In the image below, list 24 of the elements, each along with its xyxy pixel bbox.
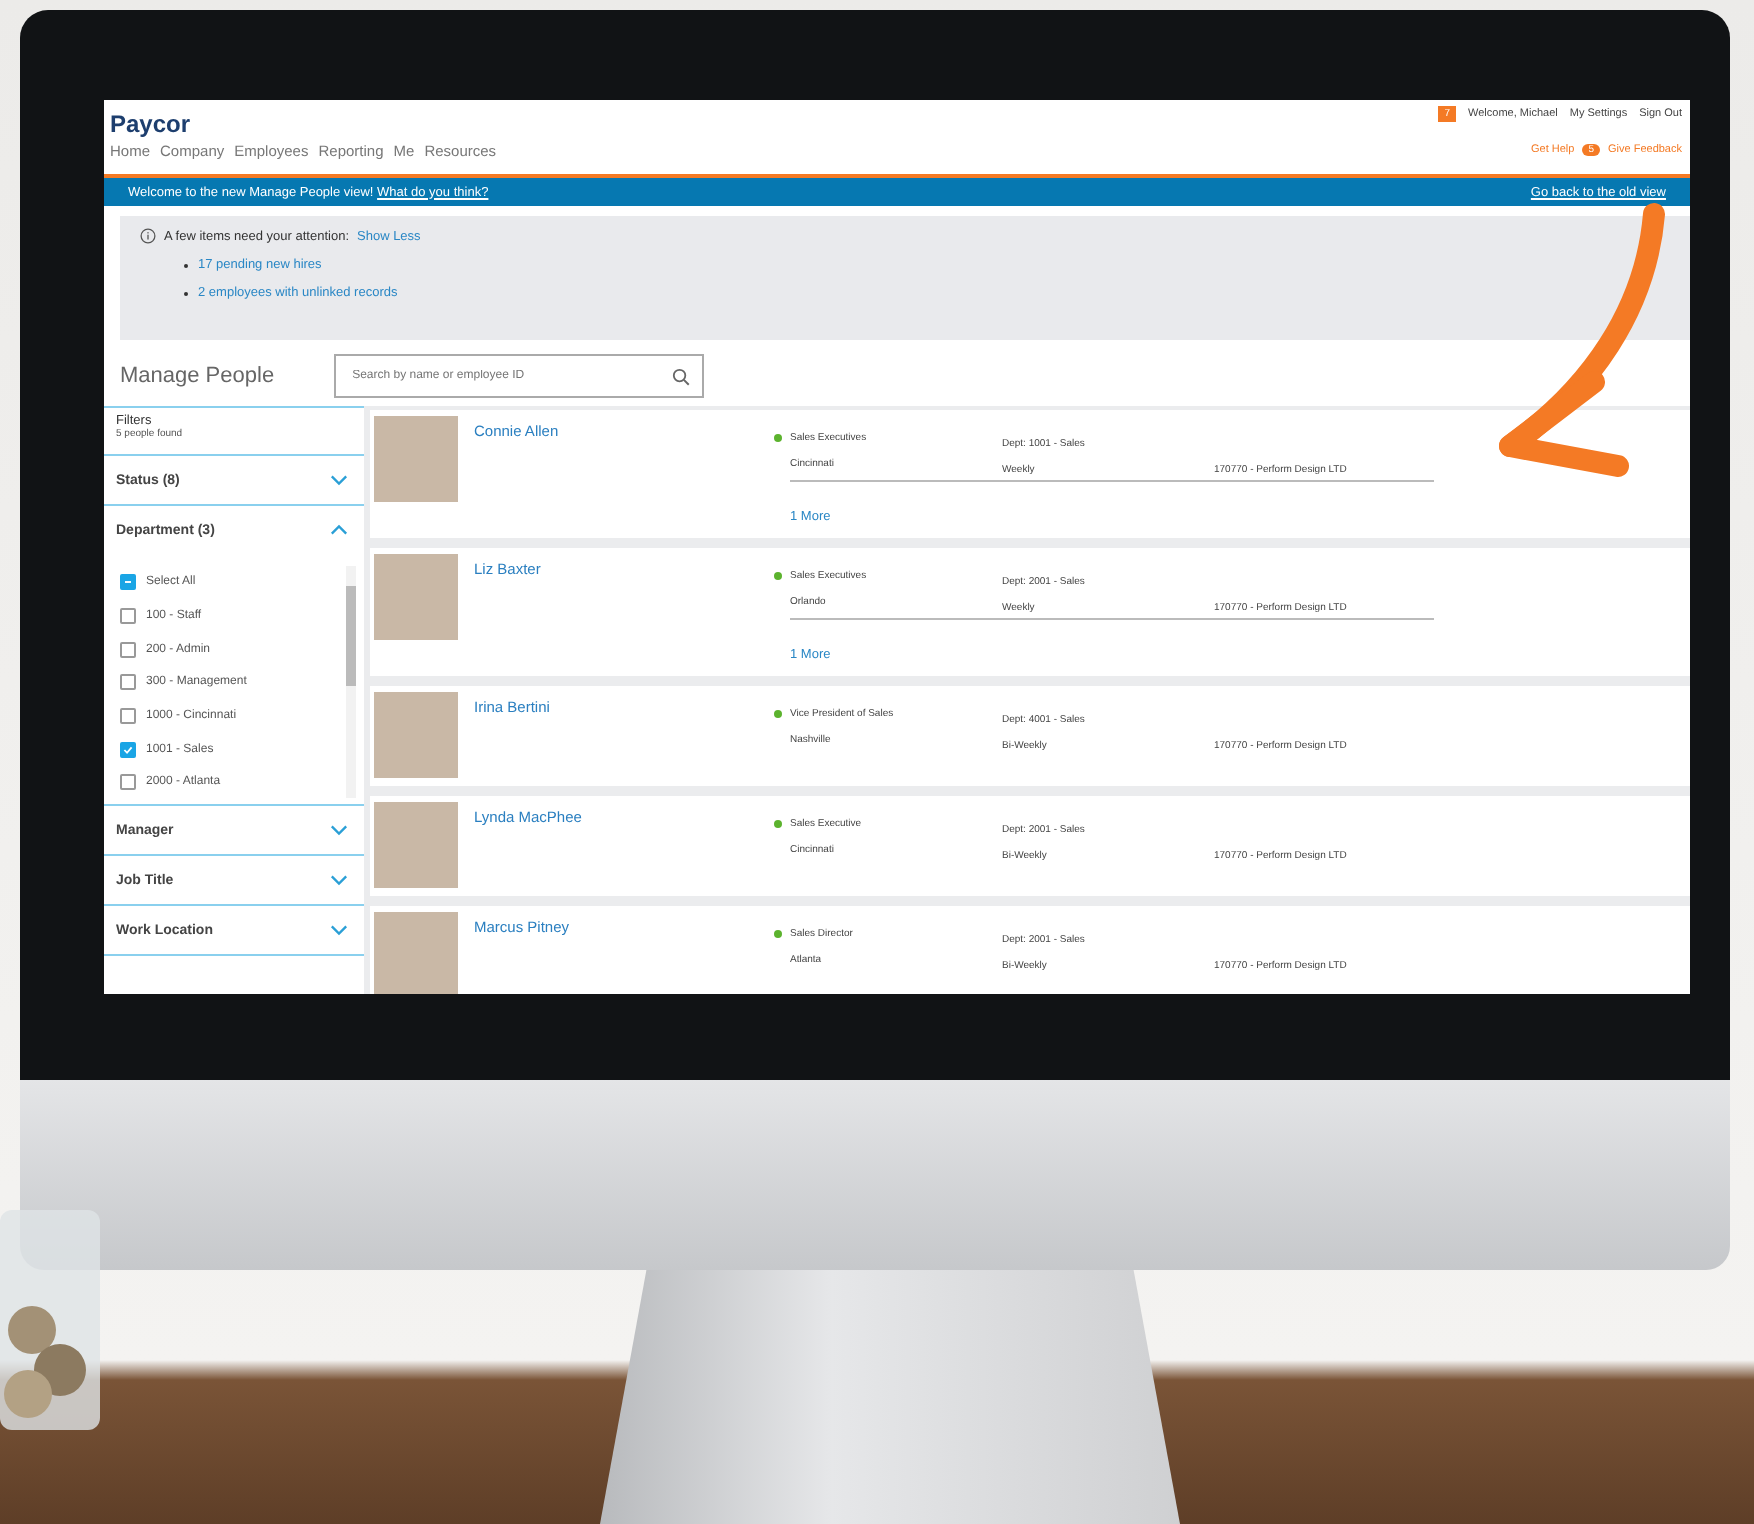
photo-placeholder — [374, 554, 458, 640]
status-dot-icon — [774, 571, 782, 579]
photo-placeholder — [374, 912, 458, 994]
search-icon — [672, 367, 691, 385]
status-dot-icon — [774, 433, 782, 441]
check-icon — [122, 743, 134, 756]
status-dot-icon — [774, 929, 782, 937]
checkbox[interactable] — [120, 674, 136, 691]
photo-placeholder — [374, 692, 458, 778]
logo: Paycor — [110, 112, 193, 136]
photo-placeholder — [374, 802, 458, 888]
info-icon — [140, 228, 156, 244]
checkbox[interactable] — [120, 608, 136, 625]
checkbox[interactable] — [120, 641, 136, 658]
minus-icon — [122, 576, 134, 589]
checkbox[interactable] — [120, 708, 136, 725]
photo-placeholder — [374, 416, 458, 502]
status-dot-icon — [774, 709, 782, 717]
page-title: Manage People — [120, 364, 275, 388]
scrollbar[interactable] — [346, 566, 356, 798]
status-dot-icon — [774, 819, 782, 827]
checkbox[interactable] — [120, 741, 136, 758]
checkbox[interactable] — [120, 774, 136, 791]
checkbox[interactable] — [120, 574, 136, 591]
